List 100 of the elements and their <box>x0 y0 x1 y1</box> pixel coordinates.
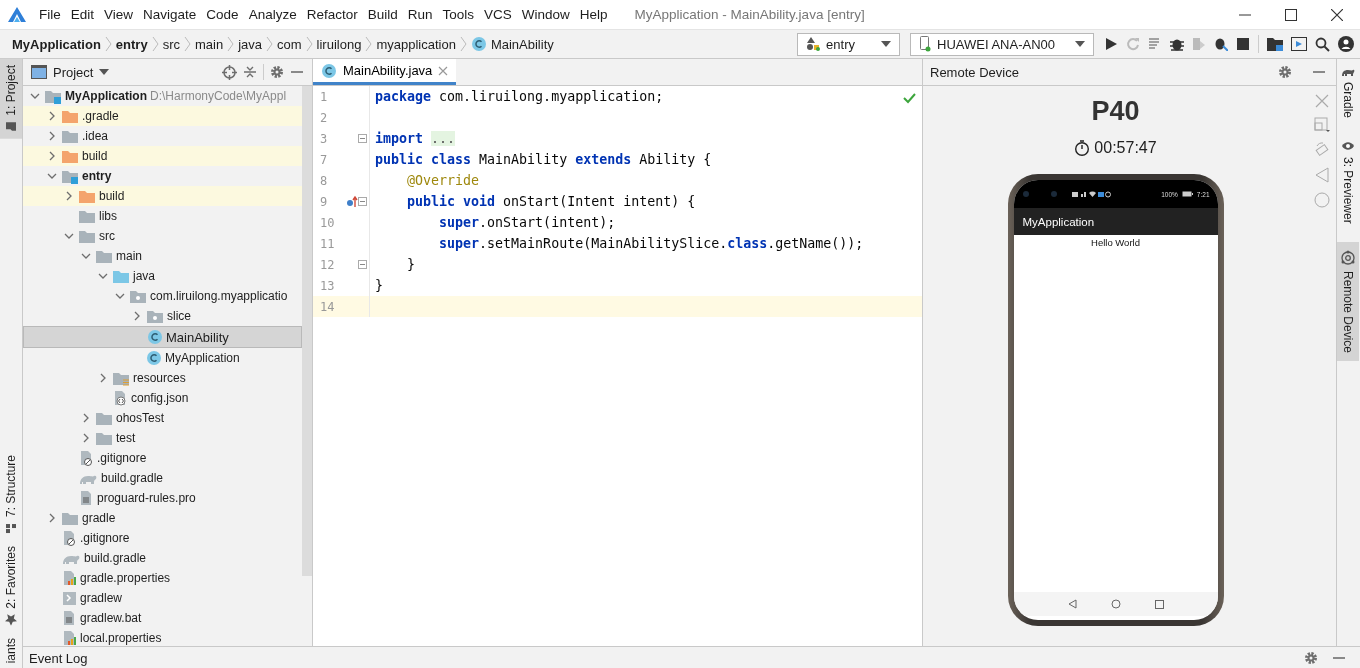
code-line: super.setMainRoute(MainAbilitySlice.class.getName()); <box>438 236 864 251</box>
tree-item[interactable]: .gradle <box>23 106 302 126</box>
tree-item[interactable]: build <box>23 146 302 166</box>
menu-item[interactable]: Refactor <box>301 7 363 22</box>
menu-item[interactable]: Navigate <box>138 7 202 22</box>
menu-item[interactable]: Tools <box>437 7 479 22</box>
tree-item-label: local.properties <box>80 631 162 645</box>
tree-item[interactable]: java <box>23 266 302 286</box>
menu-item[interactable]: Edit <box>65 7 100 22</box>
tree-item[interactable]: ohosTest <box>23 408 302 428</box>
run-icon[interactable] <box>1104 37 1118 51</box>
menu-item[interactable]: Analyze <box>243 7 302 22</box>
tree-item[interactable]: gradlew.bat <box>23 608 302 628</box>
panel-title[interactable]: Project <box>53 64 94 80</box>
breadcrumb[interactable]: com <box>277 36 302 52</box>
project-structure-icon[interactable] <box>1267 37 1283 51</box>
close-window-icon[interactable] <box>1331 8 1343 21</box>
run-configuration-dropdown[interactable]: entry <box>797 32 900 56</box>
settings-icon[interactable] <box>1304 651 1318 665</box>
settings-icon[interactable] <box>270 65 284 79</box>
menu-item[interactable]: View <box>99 7 139 22</box>
user-icon[interactable] <box>1338 36 1354 52</box>
settings-icon[interactable] <box>1278 65 1292 79</box>
menu-item[interactable]: File <box>34 7 66 22</box>
tree-item[interactable]: local.properties <box>23 628 302 646</box>
tree-item[interactable]: MainAbility <box>23 326 302 348</box>
breadcrumb[interactable]: MainAbility <box>470 36 554 52</box>
stop-icon[interactable] <box>1236 37 1250 51</box>
close-icon[interactable] <box>438 65 449 76</box>
app-logo-icon <box>8 6 26 23</box>
menu-item[interactable]: Help <box>574 7 613 22</box>
tree-item[interactable]: entry <box>23 166 302 186</box>
tree-item[interactable]: resources <box>23 368 302 388</box>
tree-item[interactable]: com.liruilong.myapplicatio <box>23 286 302 306</box>
locate-icon[interactable] <box>222 64 237 80</box>
breadcrumb[interactable]: liruilong <box>316 36 362 52</box>
menu-item[interactable]: Code <box>201 7 244 22</box>
editor-tab[interactable]: MainAbility.java <box>313 59 457 85</box>
breadcrumb[interactable]: entry <box>115 36 148 52</box>
tree-item[interactable]: proguard-rules.pro <box>23 488 302 508</box>
tree-item[interactable]: build.gradle <box>23 468 302 488</box>
tool-window-tab[interactable]: Gradle <box>1337 59 1359 125</box>
collapse-all-icon[interactable] <box>243 65 257 79</box>
class-icon <box>147 329 163 345</box>
line-number: 1 <box>319 89 329 104</box>
search-icon[interactable] <box>1315 36 1330 52</box>
folder-icon <box>95 248 113 264</box>
device-dropdown[interactable]: HUAWEI ANA-AN00 <box>910 32 1094 56</box>
folder-icon <box>61 108 79 124</box>
fold-marker-icon[interactable] <box>358 197 367 206</box>
breadcrumb-separator-icon <box>266 36 274 52</box>
recents-icon[interactable] <box>1154 599 1164 609</box>
menu-item[interactable]: Run <box>402 7 438 22</box>
tree-item[interactable]: .gitignore <box>23 528 302 548</box>
tree-item[interactable]: build.gradle <box>23 548 302 568</box>
debug-icon[interactable] <box>1170 37 1184 51</box>
breadcrumb[interactable]: java <box>238 36 263 52</box>
home-icon[interactable] <box>1110 599 1121 609</box>
tool-window-tab[interactable]: iants <box>0 631 22 668</box>
properties-file-icon <box>61 570 77 586</box>
scrollbar[interactable] <box>302 86 312 576</box>
tree-item[interactable]: src <box>23 226 302 246</box>
tree-item[interactable]: gradlew <box>23 588 302 608</box>
breadcrumb[interactable]: src <box>162 36 180 52</box>
menu-item[interactable]: Build <box>362 7 403 22</box>
breadcrumb-separator-icon <box>459 36 467 52</box>
tree-item[interactable]: main <box>23 246 302 266</box>
tree-item[interactable]: slice <box>23 306 302 326</box>
tree-item[interactable]: .idea <box>23 126 302 146</box>
tree-item[interactable]: test <box>23 428 302 448</box>
tool-window-tab[interactable]: 2: Favorites <box>0 539 22 632</box>
breadcrumb[interactable]: MyApplication <box>12 36 101 52</box>
tool-window-tab[interactable]: 3: Previewer <box>1337 134 1359 230</box>
dropdown-caret-icon <box>99 69 110 75</box>
event-log-tab[interactable]: Event Log <box>29 650 1290 666</box>
tree-item[interactable]: gradle.properties <box>23 568 302 588</box>
tree-item[interactable]: libs <box>23 206 302 226</box>
tree-item[interactable]: MyApplication <box>23 348 302 368</box>
tool-window-tab[interactable]: Remote Device <box>1337 241 1359 361</box>
maximize-window-icon[interactable] <box>1285 8 1297 21</box>
breadcrumb-separator-icon <box>365 36 373 52</box>
override-marker-icon[interactable] <box>346 194 358 209</box>
tree-item[interactable]: .gitignore <box>23 448 302 468</box>
tree-item-label: MainAbility <box>166 329 229 345</box>
back-icon[interactable] <box>1067 599 1077 609</box>
fold-marker-icon[interactable] <box>358 134 367 143</box>
tree-item[interactable]: gradle <box>23 508 302 528</box>
tree-item[interactable]: build <box>23 186 302 206</box>
breadcrumb[interactable]: myapplication <box>376 36 456 52</box>
tree-item[interactable]: MyApplication D:\HarmonyCode\MyAppl <box>23 86 302 106</box>
tool-window-tab[interactable]: 1: Project <box>0 59 22 139</box>
tree-item[interactable]: config.json <box>23 388 302 408</box>
tool-window-tab[interactable]: 7: Structure <box>0 448 22 540</box>
menu-item[interactable]: Window <box>516 7 575 22</box>
device-manager-icon[interactable] <box>1291 37 1307 51</box>
menu-item[interactable]: VCS <box>479 7 517 22</box>
breadcrumb[interactable]: main <box>195 36 224 52</box>
fold-marker-icon[interactable] <box>358 260 367 269</box>
breadcrumb-separator-icon <box>184 36 191 52</box>
tree-item-label: java <box>133 269 155 283</box>
